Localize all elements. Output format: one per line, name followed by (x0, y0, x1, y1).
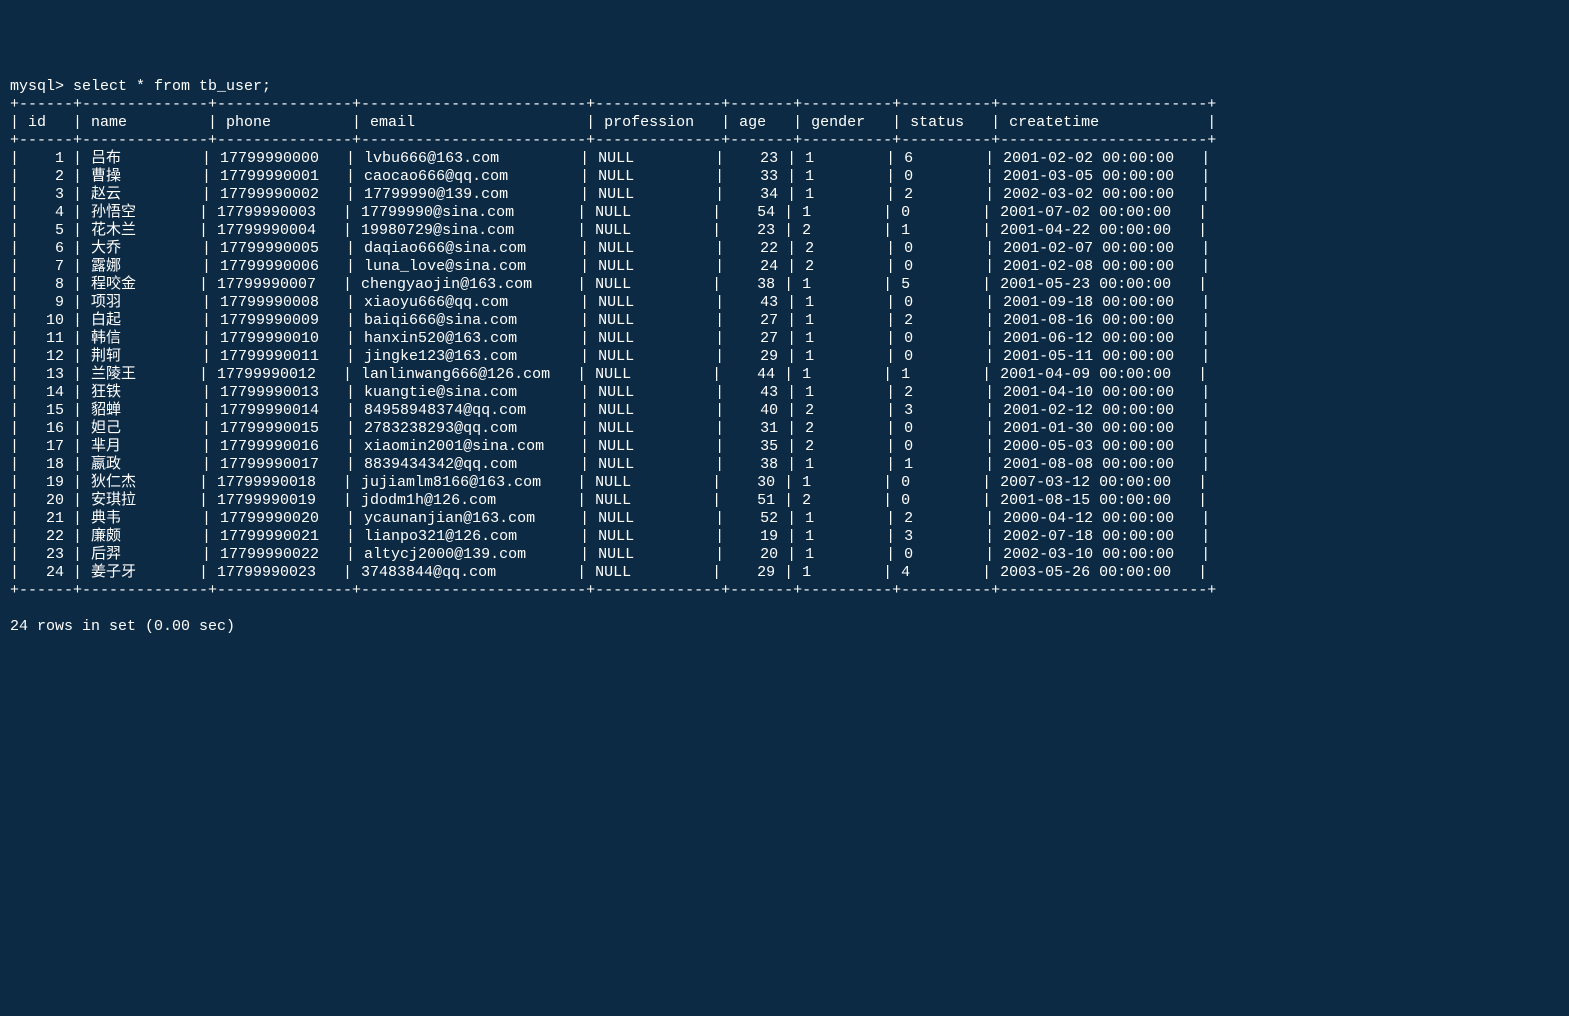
table-row: | 3 | 赵云 | 17799990002 | 17799990@139.co… (10, 186, 1559, 204)
table-row: | 6 | 大乔 | 17799990005 | daqiao666@sina.… (10, 240, 1559, 258)
table-border: +------+--------------+---------------+-… (10, 96, 1559, 114)
mysql-terminal-output: mysql> select * from tb_user;+------+---… (10, 78, 1559, 636)
table-row: | 11 | 韩信 | 17799990010 | hanxin520@163.… (10, 330, 1559, 348)
table-row: | 7 | 露娜 | 17799990006 | luna_love@sina.… (10, 258, 1559, 276)
table-row: | 9 | 项羽 | 17799990008 | xiaoyu666@qq.co… (10, 294, 1559, 312)
table-row: | 12 | 荆轲 | 17799990011 | jingke123@163.… (10, 348, 1559, 366)
result-summary: 24 rows in set (0.00 sec) (10, 618, 1559, 636)
table-border: +------+--------------+---------------+-… (10, 582, 1559, 600)
table-row: | 24 | 姜子牙 | 17799990023 | 37483844@qq.c… (10, 564, 1559, 582)
table-row: | 8 | 程咬金 | 17799990007 | chengyaojin@16… (10, 276, 1559, 294)
table-row: | 4 | 孙悟空 | 17799990003 | 17799990@sina.… (10, 204, 1559, 222)
table-row: | 19 | 狄仁杰 | 17799990018 | jujiamlm8166@… (10, 474, 1559, 492)
mysql-query-line: mysql> select * from tb_user; (10, 78, 1559, 96)
table-row: | 23 | 后羿 | 17799990022 | altycj2000@139… (10, 546, 1559, 564)
table-header-row: | id | name | phone | email | profession… (10, 114, 1559, 132)
table-row: | 16 | 妲己 | 17799990015 | 2783238293@qq.… (10, 420, 1559, 438)
table-row: | 13 | 兰陵王 | 17799990012 | lanlinwang666… (10, 366, 1559, 384)
table-row: | 17 | 芈月 | 17799990016 | xiaomin2001@si… (10, 438, 1559, 456)
table-row: | 21 | 典韦 | 17799990020 | ycaunanjian@16… (10, 510, 1559, 528)
table-row: | 15 | 貂蝉 | 17799990014 | 84958948374@qq… (10, 402, 1559, 420)
table-row: | 5 | 花木兰 | 17799990004 | 19980729@sina.… (10, 222, 1559, 240)
table-row: | 10 | 白起 | 17799990009 | baiqi666@sina.… (10, 312, 1559, 330)
table-row: | 22 | 廉颇 | 17799990021 | lianpo321@126.… (10, 528, 1559, 546)
table-row: | 20 | 安琪拉 | 17799990019 | jdodm1h@126.c… (10, 492, 1559, 510)
table-border: +------+--------------+---------------+-… (10, 132, 1559, 150)
blank-line (10, 600, 1559, 618)
table-row: | 14 | 狂铁 | 17799990013 | kuangtie@sina.… (10, 384, 1559, 402)
table-row: | 1 | 吕布 | 17799990000 | lvbu666@163.com… (10, 150, 1559, 168)
table-row: | 2 | 曹操 | 17799990001 | caocao666@qq.co… (10, 168, 1559, 186)
table-row: | 18 | 嬴政 | 17799990017 | 8839434342@qq.… (10, 456, 1559, 474)
